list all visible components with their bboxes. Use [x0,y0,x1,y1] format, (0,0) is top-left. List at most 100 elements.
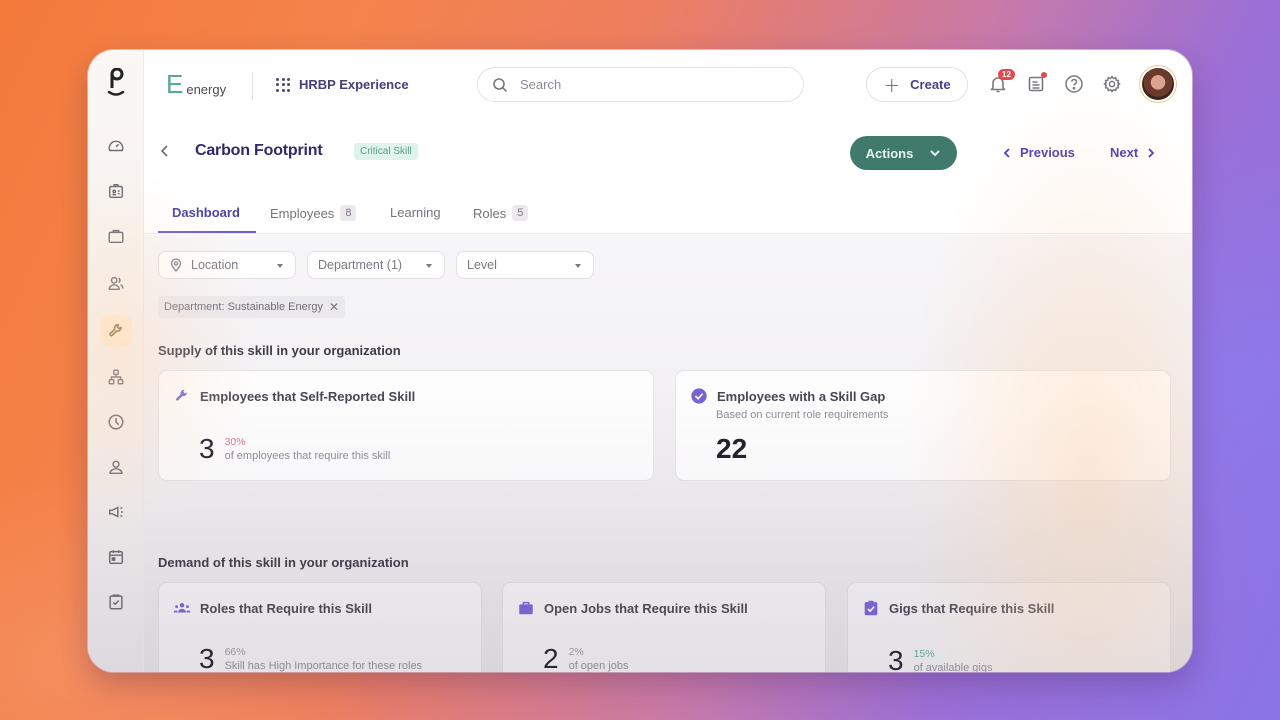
tasks-button[interactable] [1026,72,1047,94]
metric-percent: 30% [224,436,246,448]
brand-name: energy [186,82,227,97]
metric-value: 22 [716,433,748,464]
metric-value: 3 [199,643,215,672]
roles-require-card[interactable]: Roles that Require this Skill 3 66% Skil… [158,582,482,672]
sidebar-item-dashboard[interactable] [100,130,132,162]
brand-letter: E [166,69,184,99]
sidebar-item-jobs[interactable] [100,220,132,252]
actions-button[interactable]: Actions [850,136,957,170]
card-title: Gigs that Require this Skill [889,600,1055,616]
skill-gap-card[interactable]: Employees with a Skill Gap Based on curr… [675,370,1171,481]
tab-count-badge: 8 [340,205,357,221]
tab-employees[interactable]: Employees 8 [270,205,357,221]
chevron-left-icon [1003,147,1010,158]
self-reported-card[interactable]: Employees that Self-Reported Skill 3 30%… [158,370,654,481]
gear-icon [1103,75,1121,93]
dropdown-caret-icon [575,264,581,268]
plus-icon: + [883,72,901,97]
tab-bar: Dashboard Employees 8 Learning Roles 5 [144,200,1192,234]
tab-learning[interactable]: Learning [390,205,441,220]
notification-count-badge: 12 [998,69,1015,80]
remove-filter-icon[interactable]: ✕ [329,300,339,314]
sidebar-item-calendar[interactable] [100,541,132,573]
metric-value: 3 [888,645,904,672]
notifications-button[interactable]: 12 [988,69,1015,94]
divider [252,72,253,100]
megaphone-icon [108,506,123,518]
app-switcher[interactable]: HRBP Experience [276,77,409,92]
user-icon [109,460,123,475]
next-label: Next [1110,145,1139,160]
settings-button[interactable] [1102,74,1122,94]
level-filter[interactable]: Level [456,251,594,279]
unread-dot [1041,72,1047,78]
metric-value: 3 [199,433,215,464]
clipboard-check-icon [864,600,878,616]
tab-label: Employees [270,205,335,221]
card-title: Roles that Require this Skill [200,600,372,616]
sidebar-item-history[interactable] [100,406,132,438]
department-filter[interactable]: Department (1) [307,251,445,279]
top-bar: E energy HRBP Experience + Create 12 [144,50,1192,118]
sidebar-item-id-badge[interactable] [100,175,132,207]
open-jobs-card[interactable]: Open Jobs that Require this Skill 2 2% o… [502,582,826,672]
card-title: Open Jobs that Require this Skill [544,600,748,616]
avatar[interactable] [1142,68,1174,100]
location-filter-label: Location [191,258,239,272]
chip-label: Department: Sustainable Energy [164,301,323,313]
sidebar [88,50,144,672]
sidebar-item-org-chart[interactable] [100,361,132,393]
card-title: Employees that Self-Reported Skill [200,388,416,404]
briefcase-icon [519,601,533,615]
page-header: Carbon Footprint Critical Skill Actions … [144,130,1192,174]
users-icon [108,276,124,291]
brand-logo[interactable]: E energy [166,69,227,99]
search-bar[interactable] [477,67,804,102]
next-button[interactable]: Next [1110,145,1156,160]
card-title: Employees with a Skill Gap [717,388,886,404]
id-badge-icon [108,183,124,199]
tab-roles[interactable]: Roles 5 [473,205,529,221]
app-window: E energy HRBP Experience + Create 12 [88,50,1192,672]
help-button[interactable] [1064,74,1084,94]
active-tab-indicator [158,231,256,233]
search-icon [493,77,507,92]
back-button[interactable] [160,142,170,161]
actions-label: Actions [865,145,914,161]
briefcase-icon [108,229,124,244]
critical-skill-badge: Critical Skill [354,143,418,160]
metric-description: Skill has High Importance for these role… [224,660,423,672]
app-grid-icon [276,77,290,92]
tab-label: Dashboard [172,205,240,220]
create-button[interactable]: + Create [866,67,968,102]
tab-dashboard[interactable]: Dashboard [172,205,240,220]
clipboard-check-icon [109,594,123,610]
gigs-require-card[interactable]: Gigs that Require this Skill 3 15% of av… [847,582,1171,672]
create-label: Create [910,77,951,92]
org-chart-icon [108,369,124,385]
metric-percent: 15% [913,648,935,660]
sidebar-item-people[interactable] [100,267,132,299]
location-filter[interactable]: Location [158,251,296,279]
location-pin-icon [170,258,182,272]
check-circle-icon [691,388,707,404]
metric-description: of available gigs [913,662,993,672]
app-logo-icon[interactable] [105,68,127,98]
calendar-icon [108,550,124,565]
metric-description: of employees that require this skill [224,450,391,462]
sidebar-item-announcements[interactable] [100,496,132,528]
demand-section-title: Demand of this skill in your organizatio… [158,555,409,570]
metric-value: 2 [543,643,559,672]
sidebar-item-tasks[interactable] [100,586,132,618]
supply-section-title: Supply of this skill in your organizatio… [158,343,401,358]
dropdown-caret-icon [277,264,283,268]
page-title: Carbon Footprint [195,142,323,159]
tab-count-badge: 5 [512,205,529,221]
previous-button[interactable]: Previous [1002,145,1075,160]
search-input[interactable] [520,77,760,92]
chevron-left-icon [160,145,168,157]
sidebar-item-skills[interactable] [100,315,132,347]
metric-description: of open jobs [568,660,629,672]
team-icon [173,603,191,613]
sidebar-item-profile[interactable] [100,451,132,483]
